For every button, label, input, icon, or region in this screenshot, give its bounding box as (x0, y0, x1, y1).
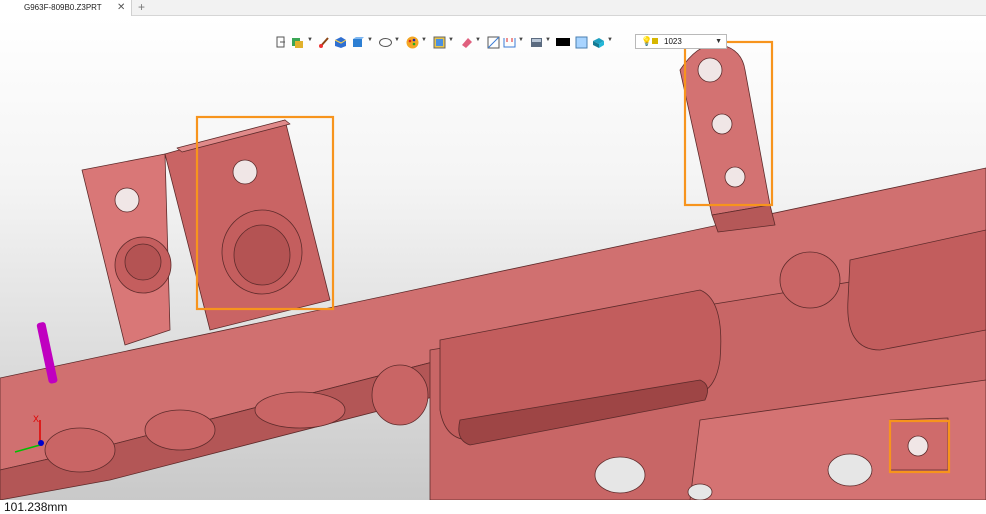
part-model: X (0, 40, 986, 500)
display-mode-icon[interactable] (529, 33, 543, 51)
ellipse-dropdown-icon[interactable]: ▼ (394, 37, 400, 43)
layer-filter-icon[interactable] (290, 33, 304, 51)
box-view-icon[interactable] (350, 33, 364, 51)
layer-lock-icon (652, 38, 658, 44)
svg-text:X: X (33, 414, 39, 424)
tab-bar: G963F-809B0.Z3PRT ✕ + (0, 0, 986, 16)
render-dropdown-icon[interactable]: ▼ (448, 37, 454, 43)
paint-brush-icon[interactable] (318, 33, 330, 51)
solid-dropdown-icon[interactable]: ▼ (607, 37, 613, 43)
measure-dropdown-icon[interactable]: ▼ (518, 37, 524, 43)
solid-color-icon[interactable] (591, 33, 605, 51)
plane-icon[interactable] (574, 33, 588, 51)
new-tab-button[interactable]: + (138, 0, 145, 15)
layer-select[interactable]: 💡 1023 ▼ (635, 34, 727, 49)
layer-filter-dropdown-icon[interactable]: ▼ (307, 37, 313, 43)
section-view-icon[interactable] (486, 33, 500, 51)
eraser-icon[interactable] (459, 33, 473, 51)
shaded-view-icon[interactable] (333, 33, 347, 51)
exit-icon[interactable] (275, 33, 287, 51)
eraser-dropdown-icon[interactable]: ▼ (475, 37, 481, 43)
layer-bulb-icon: 💡 (641, 36, 653, 46)
render-mode-icon[interactable] (432, 33, 446, 51)
layer-value: 1023 (664, 37, 682, 46)
black-color-swatch[interactable] (555, 33, 571, 51)
ellipse-view-icon[interactable] (378, 33, 392, 51)
3d-viewport[interactable]: X ▼ ▼ ▼ ▼ ▼ ▼ ▼ ▼ ▼ 💡 1023 ▼ 101.238mm (0, 16, 986, 514)
display-dropdown-icon[interactable]: ▼ (545, 37, 551, 43)
measure-icon[interactable] (502, 33, 516, 51)
document-tab[interactable]: G963F-809B0.Z3PRT ✕ (0, 0, 132, 16)
color-palette-icon[interactable] (405, 33, 419, 51)
chevron-down-icon[interactable]: ▼ (715, 35, 722, 48)
document-tab-title: G963F-809B0.Z3PRT (24, 3, 102, 12)
distance-readout: 101.238mm (4, 500, 68, 514)
palette-dropdown-icon[interactable]: ▼ (421, 37, 427, 43)
view-toolbar: ▼ ▼ ▼ ▼ ▼ ▼ ▼ ▼ ▼ 💡 1023 ▼ (270, 33, 730, 51)
view-dropdown-icon[interactable]: ▼ (367, 37, 373, 43)
close-tab-icon[interactable]: ✕ (117, 0, 125, 16)
